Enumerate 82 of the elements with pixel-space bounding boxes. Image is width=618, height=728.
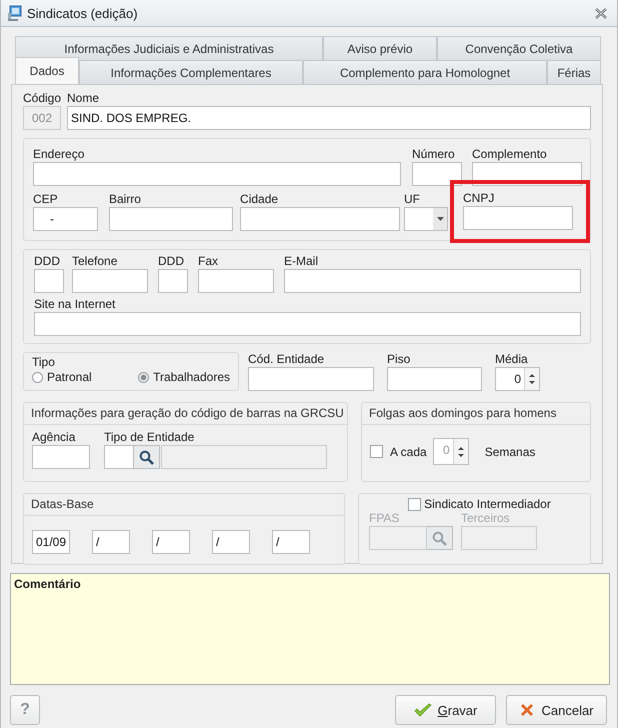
entity-type-field[interactable]: [104, 445, 134, 469]
checkbox[interactable]: [370, 445, 383, 458]
email-field[interactable]: [284, 269, 581, 293]
city-label: Cidade: [240, 192, 280, 207]
floor-label: Piso: [387, 352, 412, 367]
app-icon: [7, 5, 23, 21]
area-code-label: DDD: [158, 254, 185, 269]
area-code-label: DDD: [34, 254, 61, 269]
fax-field[interactable]: [198, 269, 274, 293]
type-title: Tipo: [32, 355, 56, 370]
phone-label: Telefone: [72, 254, 118, 269]
email-label: E-Mail: [284, 254, 320, 269]
caret-icon: [436, 217, 444, 221]
complement-label: Complemento: [472, 147, 548, 162]
date-field[interactable]: /: [272, 530, 310, 554]
search-button[interactable]: [134, 445, 160, 469]
group-header: Informações para geração do código de barras na GRCSU: [24, 403, 347, 425]
tab[interactable]: Férias: [547, 60, 601, 84]
address-label: Endereço: [33, 147, 86, 162]
date-field[interactable]: 01/09: [32, 530, 70, 554]
weeks-label: Semanas: [484, 444, 536, 458]
comment-field[interactable]: Comentário: [10, 573, 610, 685]
third-parties-label: Terceiros: [460, 511, 511, 526]
name-label: Nome: [67, 91, 100, 106]
group-header: Folgas aos domingos para homens: [362, 403, 590, 425]
radio-option[interactable]: Patronal: [32, 370, 92, 384]
spin-arrows-icon: [458, 446, 464, 458]
name-field[interactable]: SIND. DOS EMPREG.: [67, 106, 591, 130]
agency-field[interactable]: [32, 445, 90, 469]
state-dropdown[interactable]: [404, 207, 448, 231]
group-header: Datas-Base: [24, 494, 344, 516]
tab[interactable]: Convenção Coletiva: [437, 36, 601, 60]
date-field[interactable]: /: [212, 530, 250, 554]
average-label: Média: [495, 352, 529, 367]
check-icon: [414, 703, 432, 717]
fpas-field[interactable]: [368, 526, 427, 550]
spin-arrows-icon: [529, 373, 535, 385]
radio-option[interactable]: Trabalhadores: [138, 370, 230, 384]
average-spinner[interactable]: 0: [495, 367, 540, 391]
cnpj-field[interactable]: [463, 206, 573, 230]
every-label: A cada: [390, 444, 427, 458]
agency-label: Agência: [32, 430, 76, 445]
entity-code-label: Cód. Entidade: [248, 352, 326, 367]
complement-field[interactable]: [472, 162, 582, 186]
district-label: Bairro: [108, 192, 142, 207]
tab[interactable]: Dados: [15, 57, 79, 84]
entity-type-label: Tipo de Entidade: [104, 430, 196, 445]
website-field[interactable]: [34, 312, 581, 336]
district-field[interactable]: [108, 207, 234, 231]
save-button[interactable]: Gravar: [395, 695, 496, 725]
zip-field[interactable]: -: [33, 207, 98, 231]
address-field[interactable]: [33, 162, 401, 186]
code-label: Código: [23, 91, 61, 106]
tab[interactable]: Informações Judiciais e Administrativas: [15, 36, 323, 60]
cancel-button[interactable]: Cancelar: [506, 695, 607, 725]
close-icon[interactable]: [595, 8, 607, 18]
date-field[interactable]: /: [92, 530, 130, 554]
close-icon: [519, 702, 536, 718]
entity-code-field[interactable]: [248, 367, 374, 391]
window-title: Sindicatos (edição): [27, 6, 139, 20]
area-code-field[interactable]: [34, 269, 64, 293]
state-label: UF: [404, 192, 421, 207]
search-icon: [432, 530, 447, 546]
tab[interactable]: Informações Complementares: [79, 60, 303, 84]
city-field[interactable]: [240, 207, 400, 231]
number-field[interactable]: [412, 162, 462, 186]
third-parties-field[interactable]: [460, 526, 537, 550]
phone-field[interactable]: [72, 269, 148, 293]
area-code-field[interactable]: [158, 269, 188, 293]
date-field[interactable]: /: [152, 530, 190, 554]
floor-field[interactable]: [387, 367, 482, 391]
intermediary-checkbox[interactable]: Sindicato Intermediador: [398, 497, 560, 511]
website-label: Site na Internet: [34, 297, 116, 312]
fpas-label: FPAS: [368, 511, 400, 526]
tab[interactable]: Aviso prévio: [323, 36, 437, 60]
number-label: Número: [412, 147, 456, 162]
zip-label: CEP: [33, 192, 59, 207]
fax-label: Fax: [198, 254, 220, 269]
search-icon: [139, 450, 154, 464]
comment-label: Comentário: [14, 577, 81, 591]
cnpj-label: CNPJ: [463, 191, 496, 206]
tab[interactable]: Complemento para Homolognet: [303, 60, 547, 84]
